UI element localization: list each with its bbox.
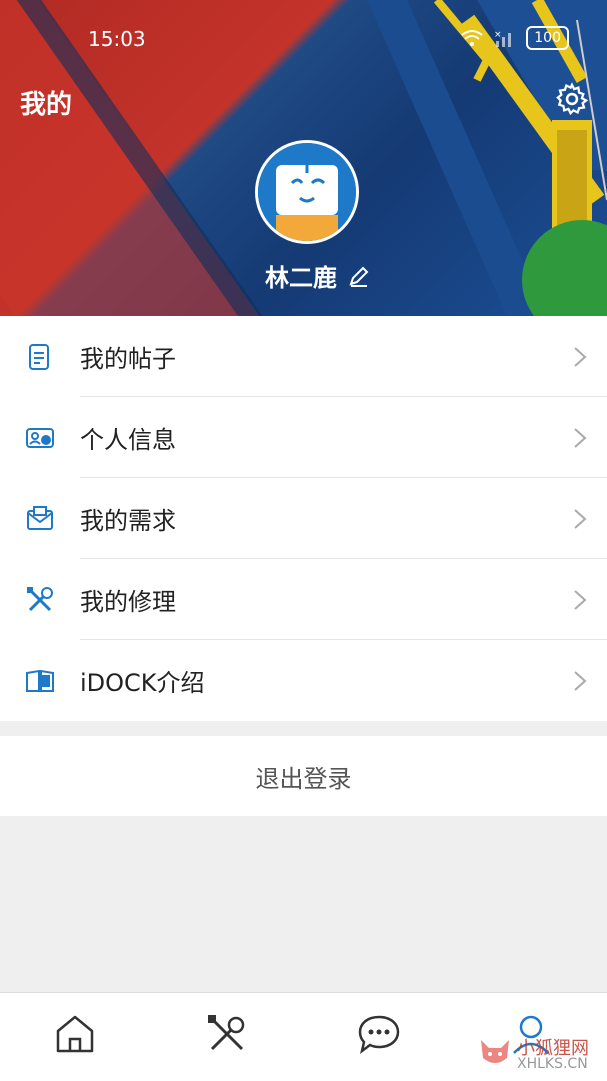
status-icons: × 100 <box>460 26 569 50</box>
menu-label: 我的帖子 <box>80 345 176 373</box>
watermark: 小狐狸网 XHLKS.CN <box>477 1030 597 1080</box>
settings-gear-icon[interactable] <box>555 82 589 116</box>
menu-item-idock-intro[interactable]: iDOCK介绍 <box>0 640 607 721</box>
menu-label: 我的需求 <box>80 507 176 535</box>
profile-page: 15:03 × 100 我的 林二鹿 我的帖子 个人信息 我的需求 我的修理 i… <box>0 0 607 1081</box>
fox-logo-icon <box>481 1040 509 1063</box>
logout-label: 退出登录 <box>255 764 352 793</box>
mail-icon <box>27 505 53 530</box>
user-name: 林二鹿 <box>265 264 337 292</box>
profile-header: 15:03 × 100 我的 林二鹿 <box>0 0 607 316</box>
menu-label: 我的修理 <box>80 588 176 616</box>
watermark-subtitle: XHLKS.CN <box>517 1056 588 1072</box>
user-name-row: 林二鹿 <box>265 258 371 293</box>
menu-item-my-posts[interactable]: 我的帖子 <box>0 316 607 397</box>
menu-label: 个人信息 <box>80 426 176 454</box>
svg-text:×: × <box>494 30 502 40</box>
profile-menu: 我的帖子 个人信息 我的需求 我的修理 iDOCK介绍 <box>0 316 607 721</box>
menu-item-my-requests[interactable]: 我的需求 <box>0 478 607 559</box>
avatar[interactable] <box>255 140 359 244</box>
menu-item-my-repairs[interactable]: 我的修理 <box>0 559 607 640</box>
menu-item-personal-info[interactable]: 个人信息 <box>0 397 607 478</box>
id-card-icon <box>26 427 54 448</box>
menu-label: iDOCK介绍 <box>80 669 205 697</box>
edit-pencil-icon[interactable] <box>347 264 371 288</box>
chevron-right-icon <box>574 590 587 610</box>
chevron-right-icon <box>574 671 587 691</box>
wifi-icon <box>461 30 483 46</box>
battery-indicator: 100 <box>526 26 569 50</box>
page-title: 我的 <box>20 90 73 120</box>
chevron-right-icon <box>574 347 587 367</box>
status-time: 15:03 <box>88 27 146 51</box>
chat-icon[interactable] <box>356 1011 402 1057</box>
tools-icon <box>27 586 53 611</box>
chevron-right-icon <box>574 509 587 529</box>
logout-button[interactable]: 退出登录 <box>0 736 607 816</box>
tools-icon[interactable] <box>204 1011 250 1057</box>
signal-icon: × <box>494 30 512 47</box>
status-bar: 15:03 × 100 <box>0 0 607 70</box>
book-icon <box>26 669 54 692</box>
avatar-face-icon <box>258 143 356 241</box>
chevron-right-icon <box>574 428 587 448</box>
home-icon[interactable] <box>52 1011 98 1057</box>
document-icon <box>29 343 49 370</box>
